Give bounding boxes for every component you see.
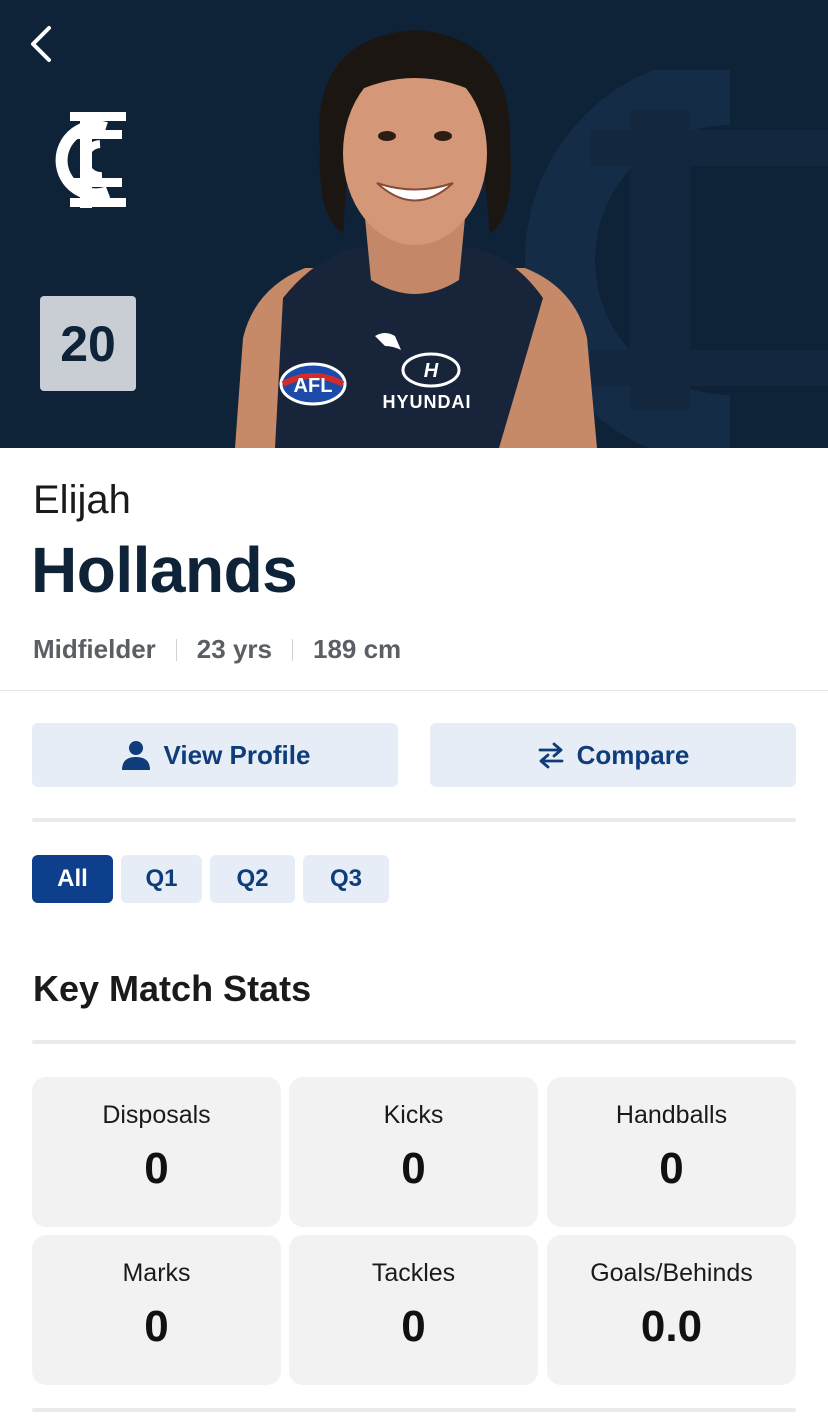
player-height: 189 cm xyxy=(312,634,402,664)
stat-card-kicks: Kicks 0 xyxy=(289,1077,538,1227)
player-hero: 20 AFL H HYUNDAI xyxy=(0,0,828,448)
stat-card-goals-behinds: Goals/Behinds 0.0 xyxy=(547,1235,796,1385)
stat-value: 0 xyxy=(401,1144,426,1193)
section-divider xyxy=(32,818,796,822)
svg-text:H: H xyxy=(424,360,439,382)
swap-arrows-icon xyxy=(538,742,564,769)
stat-label: Tackles xyxy=(371,1259,456,1287)
stat-value: 0.0 xyxy=(640,1302,703,1351)
stat-card-disposals: Disposals 0 xyxy=(32,1077,281,1227)
stat-value: 0 xyxy=(144,1144,169,1193)
player-first-name: Elijah xyxy=(33,478,131,522)
stat-label: Handballs xyxy=(615,1101,728,1129)
stat-value: 0 xyxy=(659,1144,684,1193)
tab-q3[interactable]: Q3 xyxy=(303,855,389,903)
tab-q2[interactable]: Q2 xyxy=(210,855,295,903)
carlton-club-logo xyxy=(55,112,126,208)
stat-label: Marks xyxy=(122,1259,191,1287)
stat-label: Disposals xyxy=(102,1101,211,1129)
back-button[interactable] xyxy=(18,20,62,68)
player-position: Midfielder xyxy=(33,634,156,664)
stat-label: Goals/Behinds xyxy=(590,1259,753,1287)
tab-all[interactable]: All xyxy=(32,855,113,903)
tab-q1[interactable]: Q1 xyxy=(121,855,202,903)
player-meta: Midfielder 23 yrs 189 cm xyxy=(33,634,401,665)
compare-label: Compare xyxy=(576,739,690,770)
jersey-number-badge: 20 xyxy=(40,296,136,391)
section-divider xyxy=(0,690,828,691)
player-last-name: Hollands xyxy=(31,534,298,606)
stat-label: Kicks xyxy=(383,1101,444,1129)
stat-card-marks: Marks 0 xyxy=(32,1235,281,1385)
key-match-stats-title: Key Match Stats xyxy=(33,968,312,1009)
meta-separator xyxy=(291,638,293,661)
view-profile-label: View Profile xyxy=(163,739,311,770)
view-profile-button[interactable]: View Profile xyxy=(32,723,398,787)
stat-card-tackles: Tackles 0 xyxy=(289,1235,538,1385)
stat-value: 0 xyxy=(401,1302,426,1351)
section-divider xyxy=(32,1040,796,1044)
person-icon xyxy=(121,741,150,770)
stat-value: 0 xyxy=(144,1302,169,1351)
afl-badge-text: AFL xyxy=(294,375,333,397)
quarter-tabs: All Q1 Q2 Q3 xyxy=(32,855,389,903)
compare-button[interactable]: Compare xyxy=(430,723,796,787)
sponsor-text: HYUNDAI xyxy=(382,392,471,412)
stat-card-handballs: Handballs 0 xyxy=(547,1077,796,1227)
meta-separator xyxy=(175,638,177,661)
chevron-left-icon xyxy=(31,26,51,62)
section-divider xyxy=(32,1408,796,1412)
player-age: 23 yrs xyxy=(196,634,272,664)
player-photo: AFL H HYUNDAI xyxy=(235,30,597,448)
